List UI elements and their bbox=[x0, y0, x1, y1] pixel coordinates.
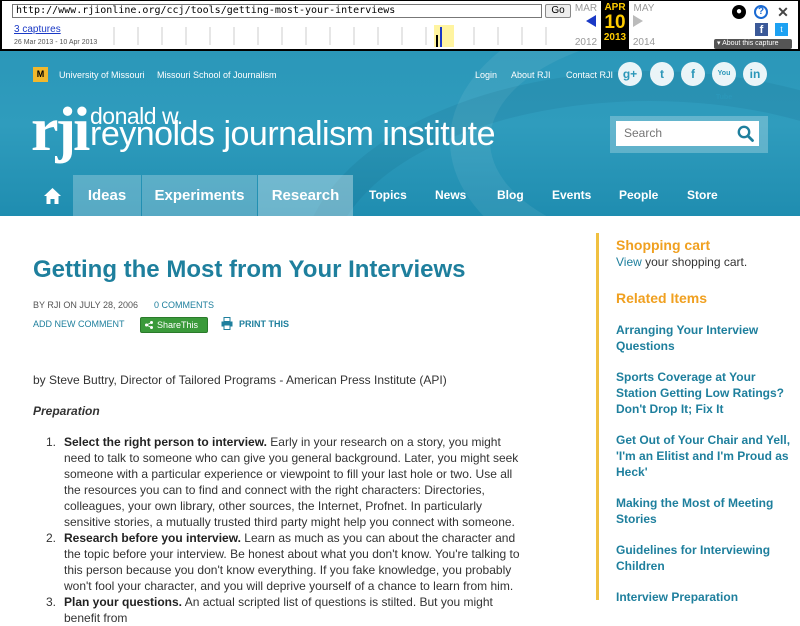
article-byline: By RJI on July 28, 2006 bbox=[33, 300, 139, 310]
step-number: 2. bbox=[46, 531, 57, 545]
related-list: Arranging Your Interview Questions Sport… bbox=[616, 322, 791, 620]
cart-text-suffix: your shopping cart. bbox=[641, 255, 748, 269]
help-icon[interactable]: ? bbox=[754, 5, 768, 19]
nav-blog[interactable]: Blog bbox=[497, 175, 524, 216]
wayback-prev-year[interactable]: 2012 bbox=[572, 37, 600, 48]
sidebar: Shopping cart View your shopping cart. R… bbox=[596, 233, 800, 604]
related-item[interactable]: Interview Preparation bbox=[616, 589, 791, 605]
related-item[interactable]: Guidelines for Interviewing Children bbox=[616, 542, 791, 574]
article-author: by Steve Buttry, Director of Tailored Pr… bbox=[33, 373, 447, 387]
article-steps: 1. Select the right person to interview. … bbox=[34, 434, 529, 626]
google-plus-icon[interactable]: g+ bbox=[618, 62, 642, 86]
facebook-share-icon[interactable]: f bbox=[755, 23, 768, 36]
print-icon[interactable] bbox=[221, 317, 233, 330]
wayback-captures-link[interactable]: 3 captures bbox=[14, 24, 61, 35]
site-header: M University of Missouri Missouri School… bbox=[0, 51, 800, 216]
wayback-next-month: MAY bbox=[633, 3, 655, 14]
nav-people[interactable]: People bbox=[619, 175, 658, 216]
wayback-current-date: APR 10 2013 bbox=[601, 1, 629, 50]
print-link[interactable]: PRINT THIS bbox=[239, 319, 289, 329]
login-link[interactable]: Login bbox=[475, 70, 497, 80]
add-comment-link[interactable]: ADD NEW COMMENT bbox=[33, 319, 125, 329]
user-icon[interactable]: ● bbox=[732, 5, 746, 19]
related-heading: Related Items bbox=[616, 290, 708, 306]
wayback-current-day: 10 bbox=[604, 12, 626, 33]
step-lead: Select the right person to interview. bbox=[64, 435, 267, 449]
step-number: 1. bbox=[46, 435, 57, 449]
section-heading: Preparation bbox=[33, 404, 100, 418]
page-title: Getting the Most from Your Interviews bbox=[33, 256, 466, 283]
nav-research[interactable]: Research bbox=[258, 175, 353, 216]
mizzou-logo[interactable]: M bbox=[33, 67, 48, 82]
sharethis-label: ShareThis bbox=[157, 320, 199, 330]
wayback-prev-month[interactable]: MAR bbox=[572, 3, 600, 14]
comments-count-link[interactable]: 0 COMMENTS bbox=[154, 300, 214, 310]
youtube-icon[interactable]: You Tube bbox=[712, 62, 736, 101]
linkedin-icon[interactable]: in bbox=[743, 62, 767, 86]
list-item: 2. Research before you interview. Learn a… bbox=[34, 530, 529, 594]
nav-store[interactable]: Store bbox=[687, 175, 718, 216]
contact-link[interactable]: Contact RJI bbox=[566, 70, 613, 80]
sharethis-button[interactable]: ShareThis bbox=[140, 317, 208, 333]
facebook-icon[interactable]: f bbox=[681, 62, 705, 86]
close-icon[interactable]: ✕ bbox=[776, 5, 790, 19]
related-item[interactable]: Sports Coverage at Your Station Getting … bbox=[616, 369, 791, 417]
step-number: 3. bbox=[46, 595, 57, 609]
step-text: Early in your research on a story, you m… bbox=[64, 435, 519, 529]
wayback-toolbar: http://www.rjionline.org/ccj/tools/getti… bbox=[0, 0, 800, 51]
wayback-current-year: 2013 bbox=[603, 32, 627, 43]
view-cart-link[interactable]: View bbox=[616, 255, 642, 269]
nav-ideas[interactable]: Ideas bbox=[73, 175, 141, 216]
nav-news[interactable]: News bbox=[435, 175, 466, 216]
next-capture-arrow-icon bbox=[633, 15, 643, 27]
share-icon bbox=[145, 321, 153, 329]
step-lead: Research before you interview. bbox=[64, 531, 241, 545]
cart-heading: Shopping cart bbox=[616, 237, 711, 253]
list-item: 3. Plan your questions. An actual scripte… bbox=[34, 594, 529, 626]
wayback-next-year: 2014 bbox=[632, 37, 656, 48]
step-lead: Plan your questions. bbox=[64, 595, 183, 609]
wayback-go-button[interactable]: Go bbox=[545, 4, 571, 18]
wayback-date-range: 26 Mar 2013 - 10 Apr 2013 bbox=[14, 39, 98, 46]
related-item[interactable]: Making the Most of Meeting Stories bbox=[616, 495, 791, 527]
search-icon[interactable] bbox=[737, 125, 754, 142]
home-icon[interactable] bbox=[32, 175, 73, 216]
wayback-url-input[interactable]: http://www.rjionline.org/ccj/tools/getti… bbox=[12, 4, 542, 18]
twitter-share-icon[interactable]: t bbox=[775, 23, 788, 36]
about-capture-button[interactable]: ▾ About this capture bbox=[714, 39, 792, 49]
wayback-sparkline[interactable] bbox=[102, 23, 570, 47]
nav-topics[interactable]: Topics bbox=[369, 175, 407, 216]
nav-experiments[interactable]: Experiments bbox=[142, 175, 257, 216]
university-link[interactable]: University of Missouri bbox=[59, 70, 145, 80]
cart-text: View your shopping cart. bbox=[616, 255, 747, 269]
twitter-icon[interactable]: t bbox=[650, 62, 674, 86]
journalism-school-link[interactable]: Missouri School of Journalism bbox=[157, 70, 277, 80]
rji-logo[interactable]: rji bbox=[31, 99, 90, 161]
about-link[interactable]: About RJI bbox=[511, 70, 551, 80]
related-item[interactable]: Arranging Your Interview Questions bbox=[616, 322, 791, 354]
main-nav: Ideas Experiments Research Topics News B… bbox=[0, 175, 800, 216]
prev-capture-arrow-icon[interactable] bbox=[586, 15, 596, 27]
about-capture-label: About this capture bbox=[722, 40, 779, 47]
nav-events[interactable]: Events bbox=[552, 175, 591, 216]
list-item: 1. Select the right person to interview. … bbox=[34, 434, 529, 530]
related-item[interactable]: Get Out of Your Chair and Yell, 'I'm an … bbox=[616, 432, 791, 480]
logo-institute-name: reynolds journalism institute bbox=[90, 115, 496, 153]
